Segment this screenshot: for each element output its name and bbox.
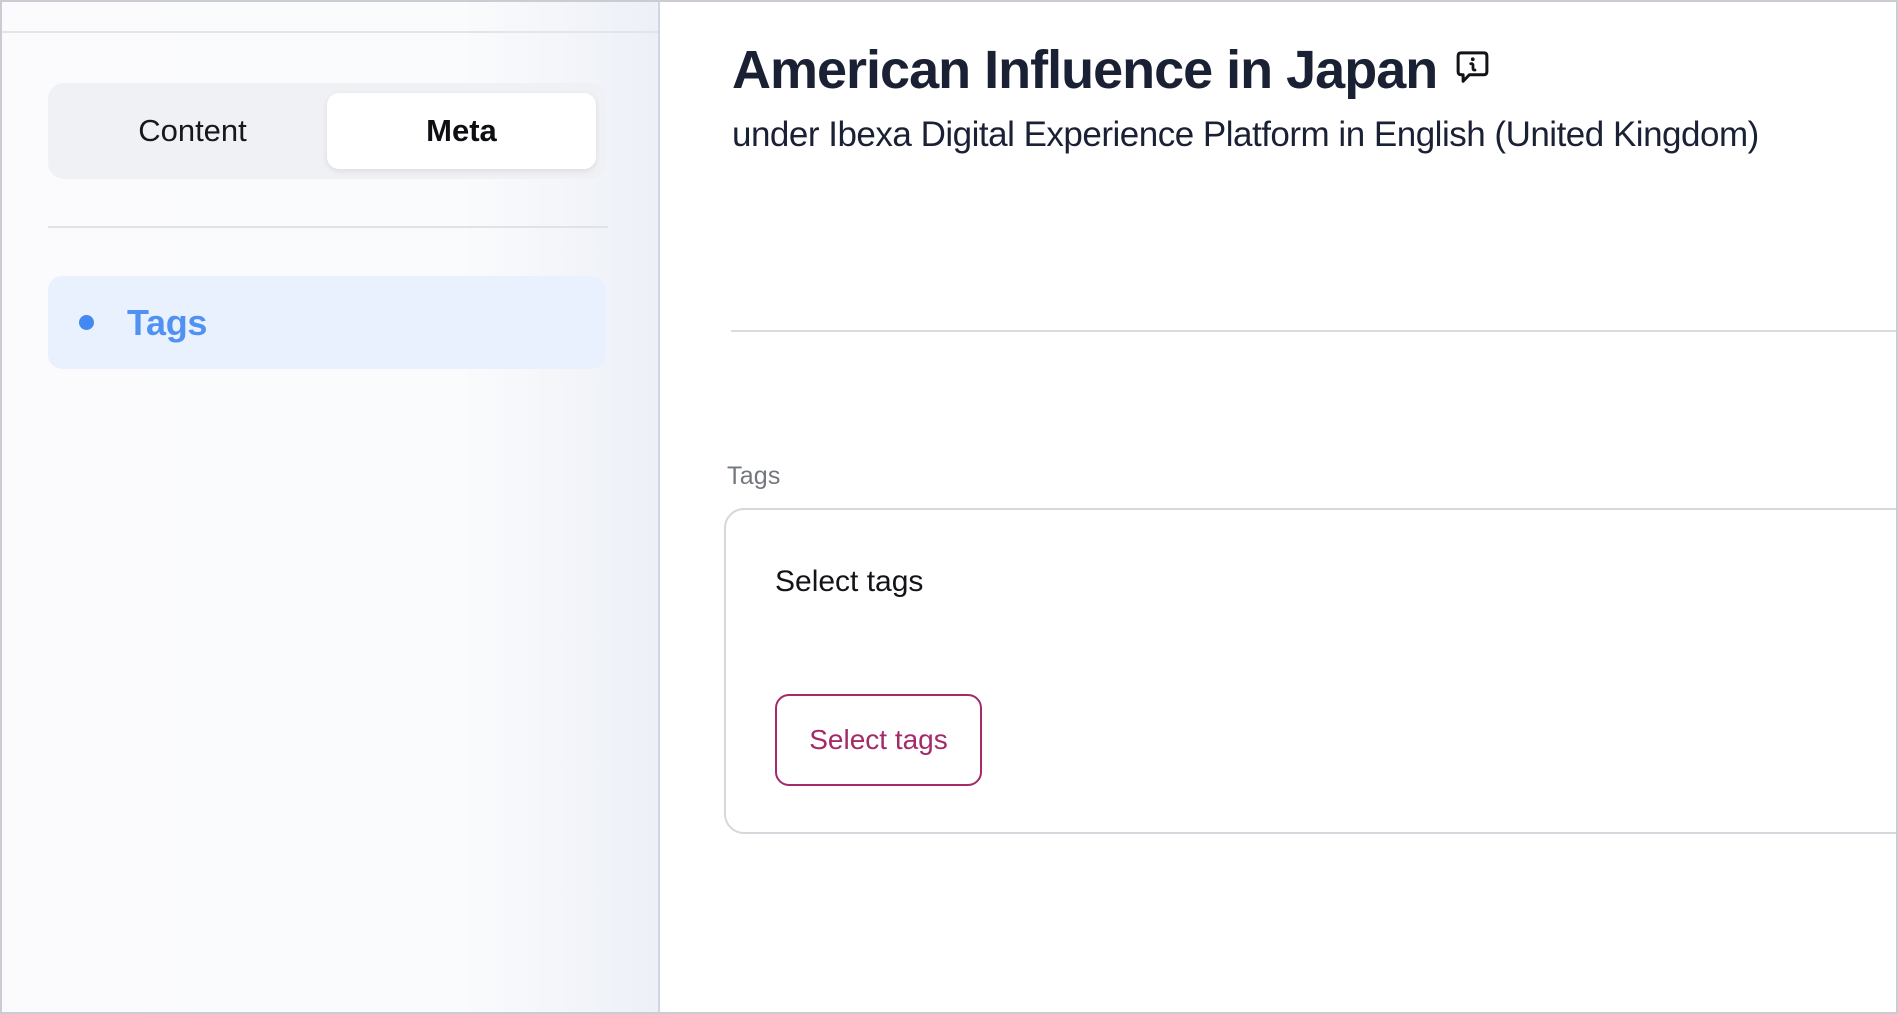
info-speech-bubble-icon bbox=[1456, 51, 1489, 86]
sidebar-top-divider bbox=[2, 31, 658, 33]
tags-field-label: Tags bbox=[727, 460, 781, 492]
content-meta-tab-switcher: Content Meta bbox=[48, 83, 606, 179]
page-title: American Influence in Japan bbox=[732, 38, 1437, 103]
select-tags-button[interactable]: Select tags bbox=[775, 694, 982, 786]
tab-content[interactable]: Content bbox=[58, 93, 327, 169]
main-divider bbox=[731, 330, 1896, 332]
sidebar-item-tags[interactable]: Tags bbox=[48, 276, 606, 369]
sidebar-item-label: Tags bbox=[127, 302, 207, 344]
tags-fieldset: Select tags Select tags bbox=[724, 508, 1898, 834]
editor-window: Content Meta Tags American Influence in … bbox=[0, 0, 1898, 1014]
page-subtitle: under Ibexa Digital Experience Platform … bbox=[732, 110, 1759, 159]
tags-fieldset-title: Select tags bbox=[775, 563, 923, 601]
info-icon[interactable] bbox=[1456, 51, 1489, 86]
sidebar: Content Meta Tags bbox=[2, 2, 660, 1012]
sidebar-divider bbox=[48, 226, 608, 228]
tab-meta[interactable]: Meta bbox=[327, 93, 596, 169]
dot-icon bbox=[79, 315, 94, 330]
main-content: American Influence in Japan under Ibexa … bbox=[662, 2, 1896, 1012]
title-row: American Influence in Japan bbox=[732, 38, 1876, 103]
